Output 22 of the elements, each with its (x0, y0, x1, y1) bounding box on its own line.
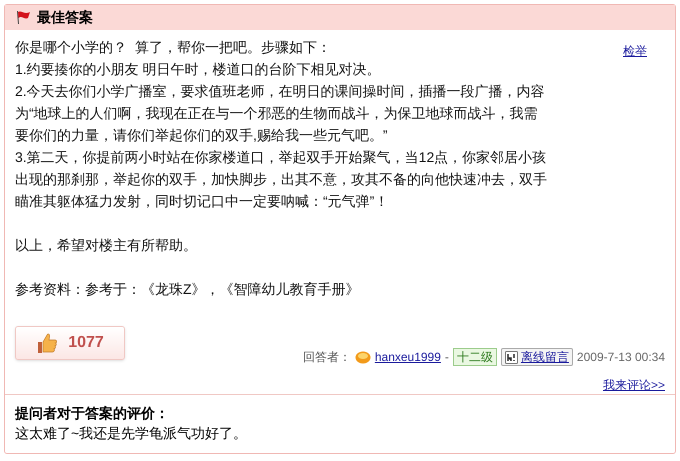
coin-icon (354, 350, 371, 364)
hi-icon (504, 350, 518, 364)
answerer-label: 回答者： (302, 349, 351, 366)
like-button[interactable]: 1077 (15, 326, 125, 360)
separator: - (444, 349, 449, 366)
report-link[interactable]: 检举 (623, 42, 647, 60)
message-button[interactable]: 离线留言 (500, 348, 573, 366)
answer-date: 2009-7-13 00:34 (576, 349, 665, 366)
section-title: 最佳答案 (37, 8, 93, 27)
thumbs-up-icon (36, 332, 58, 354)
closing-text: 以上，希望对楼主有所帮助。 (15, 236, 198, 255)
level-badge: 十二级 (452, 348, 497, 366)
answer-paragraph: 1.约要揍你的小朋友 明日午时，楼道口的台阶下相见对决。 (15, 60, 382, 79)
answer-paragraph: 3.第二天，你提前两小时站在你家楼道口，举起双手开始聚气，当12点，你家邻居小孩出现的那刹那，举起你的双手，加快脚步，出其不意，攻其不备的向他快速冲去，双手瞄准其躯体猛力发射，同时切记口中一定要呐喊：“元气弹”！ (15, 148, 548, 211)
answer-paragraph: 你是哪个小学的？ 算了，帮你一把吧。步骤如下： (15, 38, 332, 57)
evaluation-title: 提问者对于答案的评价： (15, 404, 170, 423)
comment-link[interactable]: 我来评论>> (602, 376, 665, 394)
flag-icon (15, 10, 31, 25)
answer-paragraph: 2.今天去你们小学广播室，要求值班老师，在明日的课间操时间，插播一段广播，内容为“地球上的人们啊，我现在正在与一个邪恶的生物而战斗，为保卫地球而战斗，我需要你们的力量，请你们举起你们的双手,赐给我一些元气吧。” (15, 82, 546, 145)
username-link[interactable]: hanxeu1999 (374, 348, 441, 366)
evaluation-text: 这太难了~我还是先学龟派气功好了。 (15, 424, 248, 443)
references-text: 参考资料：参考于：《龙珠Z》，《智障幼儿教育手册》 (15, 280, 361, 299)
